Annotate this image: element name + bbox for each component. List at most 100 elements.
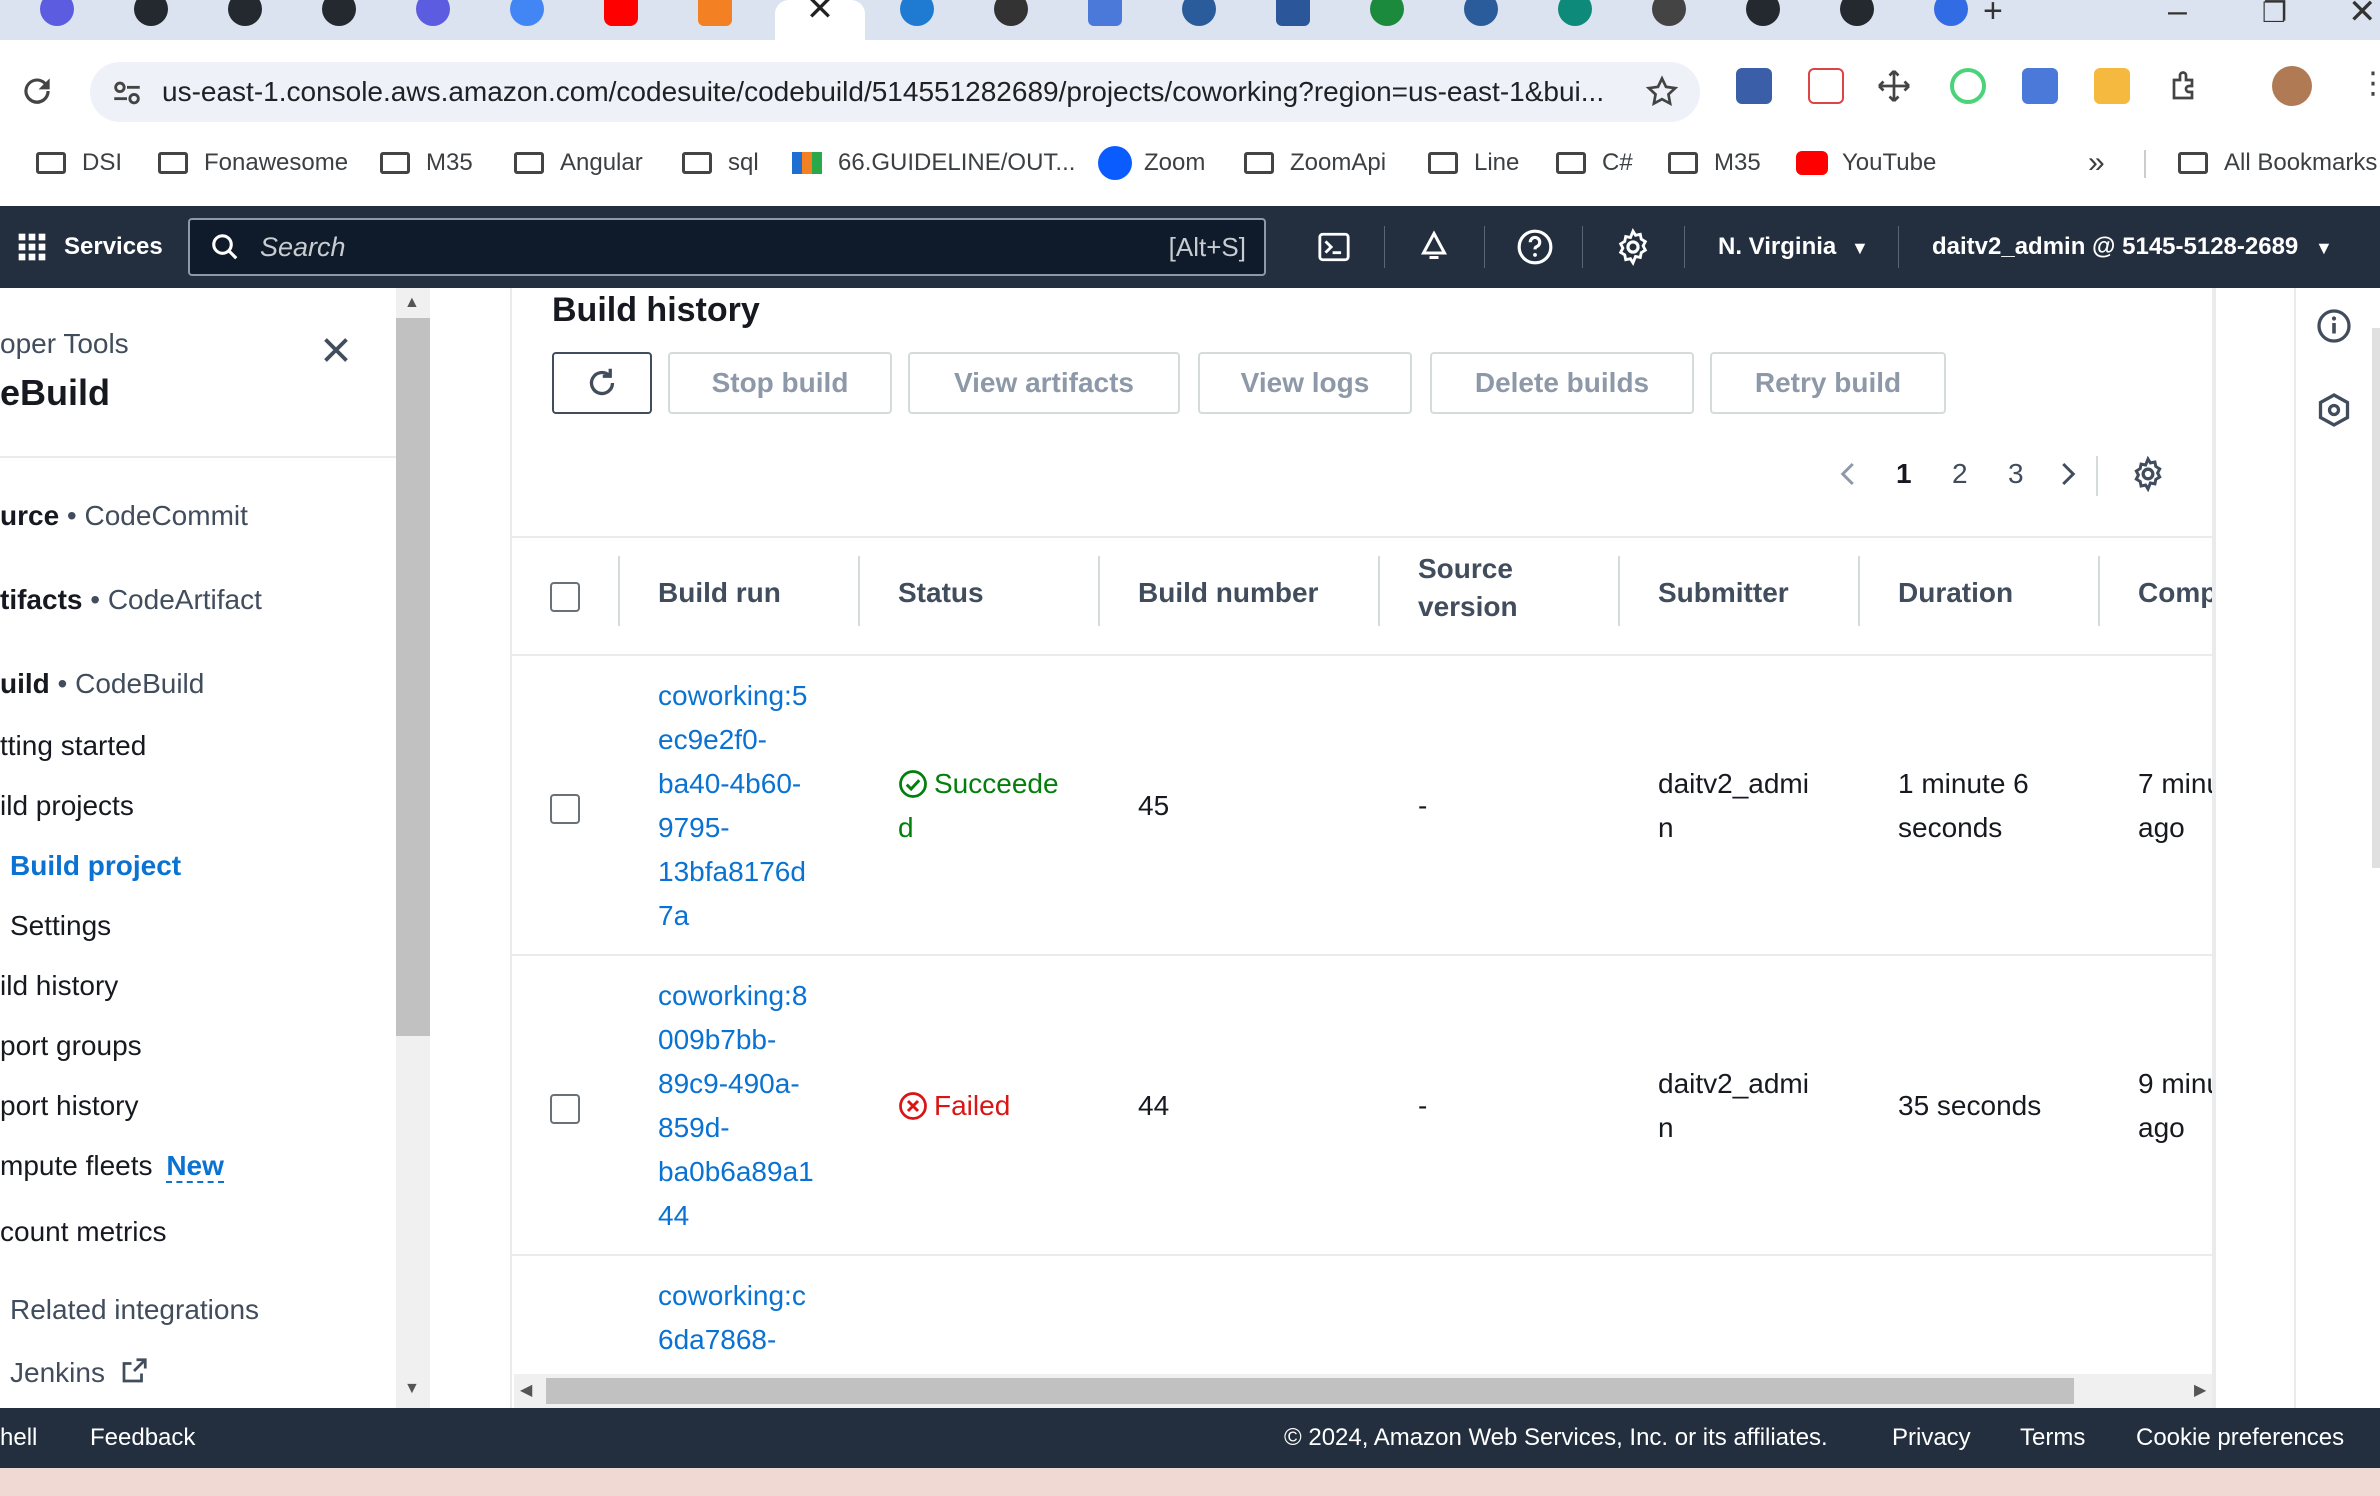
all-bookmarks-folder[interactable]: All Bookmarks [2178, 140, 2377, 186]
github-icon[interactable] [1716, 0, 1810, 40]
build-run-link[interactable]: coworking:5 ec9e2f0- ba40-4b60- 9795- 13bfa… [658, 674, 807, 938]
page-3[interactable]: 3 [2008, 458, 2024, 490]
sidebar-item-build-history[interactable]: ild history [0, 970, 118, 1002]
previous-page-icon[interactable] [1834, 456, 1864, 492]
close-sidebar-icon[interactable] [318, 332, 354, 368]
site-info-icon[interactable] [110, 76, 144, 110]
extension-calendar-icon[interactable] [1808, 68, 1844, 104]
bookmark-folder[interactable]: M35 [380, 140, 473, 186]
github-icon[interactable] [1810, 0, 1904, 40]
sidebar-item-jenkins[interactable]: Jenkins [10, 1356, 149, 1389]
feedback-link[interactable]: Feedback [90, 1408, 195, 1468]
extension-move-icon[interactable] [1876, 68, 1912, 104]
close-icon[interactable]: ✕ [806, 0, 835, 40]
sidebar-item-getting-started[interactable]: tting started [0, 730, 146, 762]
sidebar-item-build-projects[interactable]: ild projects [0, 790, 134, 822]
github-icon[interactable] [104, 0, 198, 40]
delete-builds-button[interactable]: Delete builds [1430, 352, 1694, 414]
sidebar-item-account-metrics[interactable]: count metrics [0, 1216, 167, 1248]
refresh-button[interactable] [552, 352, 652, 414]
edge-icon[interactable] [870, 0, 964, 40]
stackoverflow-icon[interactable] [668, 0, 762, 40]
privacy-link[interactable]: Privacy [1892, 1408, 1971, 1468]
more-bookmarks-icon[interactable]: » [2088, 140, 2105, 186]
edge-icon[interactable] [1528, 0, 1622, 40]
column-header-build-run[interactable]: Build run [658, 574, 781, 612]
hexagon-settings-icon[interactable] [2316, 392, 2352, 428]
active-tab[interactable]: ✕ [775, 0, 865, 40]
word-icon[interactable] [1246, 0, 1340, 40]
github-icon[interactable] [198, 0, 292, 40]
edge-icon[interactable] [1152, 0, 1246, 40]
extension-google-translate-icon[interactable] [2022, 68, 2058, 104]
select-all-checkbox[interactable] [550, 582, 580, 612]
sidebar-scrollbar-thumb[interactable] [396, 318, 430, 1036]
account-menu[interactable]: daitv2_admin @ 5145-5128-2689 ▼ [1932, 206, 2333, 289]
restore-icon[interactable]: ❐ [2262, 0, 2287, 29]
column-divider[interactable] [1858, 556, 1860, 626]
column-divider[interactable] [2098, 556, 2100, 626]
sidebar-item-report-history[interactable]: port history [0, 1090, 139, 1122]
table-horizontal-scrollbar[interactable]: ◀ ▶ [514, 1374, 2214, 1408]
excel-icon[interactable] [1340, 0, 1434, 40]
next-page-icon[interactable] [2052, 456, 2082, 492]
address-bar[interactable]: us-east-1.console.aws.amazon.com/codesui… [90, 62, 1700, 122]
bookmark-folder[interactable]: Angular [514, 140, 643, 186]
column-header-status[interactable]: Status [898, 574, 984, 612]
sidebar-item-build-project[interactable]: Build project [10, 850, 181, 882]
youtube-icon[interactable] [574, 0, 668, 40]
scroll-down-arrow-icon[interactable]: ▼ [404, 1380, 420, 1398]
profile-avatar[interactable] [2272, 66, 2312, 106]
stop-build-button[interactable]: Stop build [668, 352, 892, 414]
translate-icon[interactable] [1058, 0, 1152, 40]
bookmark-link[interactable]: YouTube [1796, 140, 1936, 186]
view-artifacts-button[interactable]: View artifacts [908, 352, 1180, 414]
column-header-submitter[interactable]: Submitter [1658, 574, 1789, 612]
help-icon[interactable] [1516, 228, 1554, 266]
edge-icon[interactable] [1434, 0, 1528, 40]
scroll-left-arrow-icon[interactable]: ◀ [520, 1380, 532, 1400]
bookmark-folder[interactable]: C# [1556, 140, 1633, 186]
page-1[interactable]: 1 [1896, 458, 1912, 490]
notifications-bell-icon[interactable] [1416, 228, 1452, 266]
column-header-build-number[interactable]: Build number [1138, 574, 1318, 612]
settings-gear-icon[interactable] [1614, 228, 1652, 266]
reload-icon[interactable] [18, 72, 56, 110]
openai-icon[interactable] [964, 0, 1058, 40]
scroll-up-arrow-icon[interactable]: ▲ [404, 294, 420, 312]
extension-circle-icon[interactable] [1950, 68, 1986, 104]
table-preferences-gear-icon[interactable] [2130, 456, 2166, 492]
sidebar-section-build[interactable]: uild • CodeBuild [0, 668, 204, 700]
bookmark-folder[interactable]: ZoomApi [1244, 140, 1386, 186]
github-icon[interactable] [1622, 0, 1716, 40]
cookie-preferences-link[interactable]: Cookie preferences [2136, 1408, 2344, 1468]
column-divider[interactable] [1378, 556, 1380, 626]
info-icon[interactable] [2316, 308, 2352, 344]
new-tab-icon[interactable]: + [1983, 0, 2003, 31]
bookmark-link[interactable]: 66.GUIDELINE/OUT... [792, 140, 1075, 186]
bookmark-folder[interactable]: DSI [36, 140, 122, 186]
column-divider[interactable] [1618, 556, 1620, 626]
google-icon[interactable] [480, 0, 574, 40]
extension-highlighter-icon[interactable] [2094, 68, 2130, 104]
browser-menu-icon[interactable]: ⋮ [2358, 66, 2380, 101]
services-menu[interactable]: Services [16, 206, 163, 288]
extension-translate-icon[interactable] [1736, 68, 1772, 104]
minimize-icon[interactable]: – [2168, 0, 2187, 31]
cloudshell-icon[interactable] [1316, 230, 1352, 264]
sidebar-section-source[interactable]: urce • CodeCommit [0, 500, 248, 532]
bookmark-folder[interactable]: sql [682, 140, 759, 186]
column-header-completed[interactable]: Comp [2138, 574, 2216, 612]
cloudshell-link[interactable]: hell [0, 1408, 37, 1468]
bookmark-folder[interactable]: Fonawesome [158, 140, 348, 186]
column-divider[interactable] [858, 556, 860, 626]
sidebar-item-report-groups[interactable]: port groups [0, 1030, 142, 1062]
url-text[interactable]: us-east-1.console.aws.amazon.com/codesui… [162, 62, 1604, 122]
page-scrollbar[interactable] [2372, 328, 2380, 868]
view-logs-button[interactable]: View logs [1198, 352, 1412, 414]
sidebar-item-settings[interactable]: Settings [10, 910, 111, 942]
column-header-duration[interactable]: Duration [1898, 574, 2013, 612]
sidebar-section-artifacts[interactable]: tifacts • CodeArtifact [0, 584, 262, 616]
horizontal-scrollbar-thumb[interactable] [546, 1378, 2074, 1404]
bookmark-folder[interactable]: Line [1428, 140, 1519, 186]
